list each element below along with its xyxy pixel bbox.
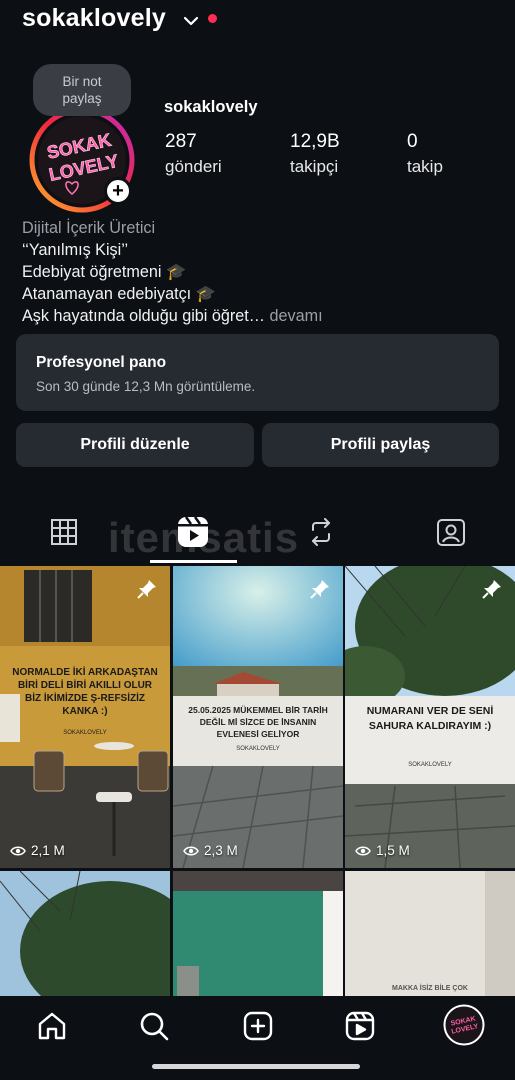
reel-tile[interactable]: NUMARANI VER DE SENİ SAHURA KALDIRAYIM :…	[345, 566, 515, 868]
grid-icon[interactable]	[44, 512, 84, 552]
stat-followers-value: 12,9B	[290, 131, 340, 152]
bio-category: Dijital İçerik Üretici	[22, 219, 156, 237]
stat-following-value: 0	[407, 131, 418, 152]
view-count: 1,5 M	[355, 843, 410, 858]
active-tab-indicator	[150, 560, 237, 563]
pro-panel-title: Profesyonel pano	[36, 354, 167, 371]
stat-followers[interactable]: 12,9B takipçi	[290, 131, 340, 177]
profile-name: sokaklovely	[164, 98, 258, 116]
reel-caption: MAKKA İSİZ BİLE ÇOK	[392, 985, 468, 992]
bio-line: Aşk hayatında olduğu gibi öğret…	[22, 307, 265, 325]
view-count-text: 2,1 M	[31, 843, 65, 858]
reels-nav-icon[interactable]	[342, 1008, 378, 1044]
note-line2: paylaş	[62, 91, 102, 106]
view-count-text: 2,3 M	[204, 843, 238, 858]
bio-line: ‘‘Yanılmış Kişi’’	[22, 241, 129, 259]
bottom-navigation: SOKAK LOVELY	[0, 996, 515, 1080]
bio-line: Atanamayan edebiyatçı 🎓	[22, 285, 216, 303]
stat-posts[interactable]: 287 gönderi	[165, 131, 222, 177]
reel-caption: NUMARANI VER DE SENİ SAHURA KALDIRAYIM :…	[366, 705, 494, 732]
profile-avatar[interactable]: SOKAK LOVELY	[443, 1004, 485, 1046]
pro-panel-subtitle: Son 30 günde 12,3 Mn görüntüleme.	[36, 379, 256, 394]
tagged-icon[interactable]	[431, 512, 471, 552]
reel-tile[interactable]	[0, 871, 170, 996]
view-count-text: 1,5 M	[376, 843, 410, 858]
share-profile-button[interactable]: Profili paylaş	[262, 423, 499, 467]
create-icon[interactable]	[240, 1008, 276, 1044]
chevron-down-icon[interactable]	[182, 12, 200, 30]
notification-dot	[208, 14, 217, 23]
reel-signature: SOKAKLOVELY	[236, 746, 280, 752]
reposts-icon[interactable]	[301, 512, 341, 552]
stat-following[interactable]: 0 takip	[407, 131, 443, 177]
plus-icon[interactable]: +	[104, 177, 132, 205]
view-count: 2,1 M	[10, 843, 65, 858]
bio-line: Edebiyat öğretmeni 🎓	[22, 263, 187, 281]
note-line1: Bir not	[62, 74, 102, 89]
stat-posts-value: 287	[165, 131, 197, 152]
reel-tile[interactable]: 25.05.2025 MÜKEMMEL BİR TARİH DEĞİL Mİ S…	[173, 566, 343, 868]
eye-icon	[183, 846, 199, 855]
reel-tile[interactable]	[173, 871, 343, 996]
edit-profile-button[interactable]: Profili düzenle	[16, 423, 254, 467]
reel-signature: SOKAKLOVELY	[63, 730, 107, 736]
reel-caption: NORMALDE İKİ ARKADAŞTAN BİRİ DELİ BİRİ A…	[12, 667, 158, 717]
eye-icon	[355, 846, 371, 855]
pin-icon	[481, 578, 503, 605]
stat-followers-label: takipçi	[290, 157, 339, 176]
account-switcher-username[interactable]: sokaklovely	[22, 4, 166, 33]
bio-more-link[interactable]: devamı	[269, 307, 322, 325]
bio-line-truncated: Aşk hayatında olduğu gibi öğret… devamı	[22, 305, 492, 327]
reels-icon[interactable]	[173, 512, 213, 552]
top-bar: sokaklovely	[0, 0, 515, 44]
stat-following-label: takip	[407, 157, 443, 176]
reel-caption: 25.05.2025 MÜKEMMEL BİR TARİH DEĞİL Mİ S…	[188, 705, 328, 739]
eye-icon	[10, 846, 26, 855]
reel-signature: SOKAKLOVELY	[408, 762, 452, 768]
note-bubble[interactable]: Bir not paylaş	[33, 64, 131, 116]
home-icon[interactable]	[34, 1008, 70, 1044]
profile-tabs	[0, 498, 515, 564]
home-indicator	[152, 1064, 360, 1069]
pin-icon	[136, 578, 158, 605]
view-count: 2,3 M	[183, 843, 238, 858]
professional-dashboard[interactable]: Profesyonel pano Son 30 günde 12,3 Mn gö…	[16, 334, 499, 411]
bio: Dijital İçerik Üretici ‘‘Yanılmış Kişi’’…	[22, 217, 492, 327]
search-icon[interactable]	[136, 1008, 172, 1044]
pin-icon	[309, 578, 331, 605]
reels-grid: NORMALDE İKİ ARKADAŞTAN BİRİ DELİ BİRİ A…	[0, 566, 515, 996]
reel-tile[interactable]: MAKKA İSİZ BİLE ÇOK	[345, 871, 515, 996]
stat-posts-label: gönderi	[165, 157, 222, 176]
reel-tile[interactable]: NORMALDE İKİ ARKADAŞTAN BİRİ DELİ BİRİ A…	[0, 566, 170, 868]
